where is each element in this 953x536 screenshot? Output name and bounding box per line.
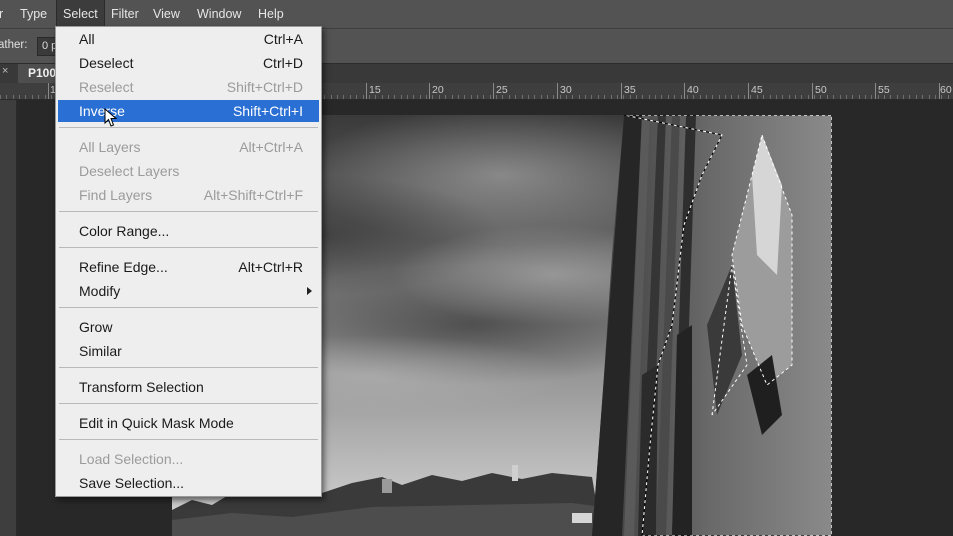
menu-separator: [59, 211, 318, 212]
menu-item-all-layers[interactable]: All Layers Alt+Ctrl+A: [58, 136, 319, 158]
menu-separator: [59, 403, 318, 404]
menu-help[interactable]: Help: [252, 0, 290, 28]
menu-3d[interactable]: r: [0, 0, 9, 28]
select-menu: All Ctrl+A Deselect Ctrl+D Reselect Shift+C…: [55, 26, 322, 497]
menu-item-deselect[interactable]: Deselect Ctrl+D: [58, 52, 319, 74]
ruler-label: 60: [940, 84, 952, 96]
menu-type[interactable]: Type: [14, 0, 53, 28]
menu-window[interactable]: Window: [191, 0, 247, 28]
menu-separator: [59, 247, 318, 248]
menu-item-reselect[interactable]: Reselect Shift+Ctrl+D: [58, 76, 319, 98]
menu-item-grow[interactable]: Grow: [58, 316, 319, 338]
menu-select[interactable]: Select: [56, 0, 105, 28]
menu-view[interactable]: View: [147, 0, 186, 28]
menu-item-similar[interactable]: Similar: [58, 340, 319, 362]
menu-separator: [59, 127, 318, 128]
menu-separator: [59, 439, 318, 440]
menu-item-load-selection[interactable]: Load Selection...: [58, 448, 319, 470]
menu-item-all[interactable]: All Ctrl+A: [58, 28, 319, 50]
menu-item-modify[interactable]: Modify: [58, 280, 319, 302]
menu-item-inverse[interactable]: Inverse Shift+Ctrl+I: [58, 100, 319, 122]
menu-item-transform-selection[interactable]: Transform Selection: [58, 376, 319, 398]
menu-item-color-range[interactable]: Color Range...: [58, 220, 319, 242]
pointer-cursor-icon: [104, 108, 118, 127]
menu-separator: [59, 367, 318, 368]
menu-item-save-selection[interactable]: Save Selection...: [58, 472, 319, 494]
menu-bar: r Type Select Filter View Window Help: [0, 0, 953, 28]
submenu-arrow-icon: [307, 287, 312, 295]
menu-filter[interactable]: Filter: [105, 0, 145, 28]
close-icon[interactable]: ×: [2, 65, 8, 77]
menu-item-deselect-layers[interactable]: Deselect Layers: [58, 160, 319, 182]
menu-separator: [59, 307, 318, 308]
vertical-ruler: [0, 100, 17, 536]
menu-item-quick-mask[interactable]: Edit in Quick Mask Mode: [58, 412, 319, 434]
feather-label: ather:: [0, 39, 28, 51]
menu-item-refine-edge[interactable]: Refine Edge... Alt+Ctrl+R: [58, 256, 319, 278]
menu-item-find-layers[interactable]: Find Layers Alt+Shift+Ctrl+F: [58, 184, 319, 206]
